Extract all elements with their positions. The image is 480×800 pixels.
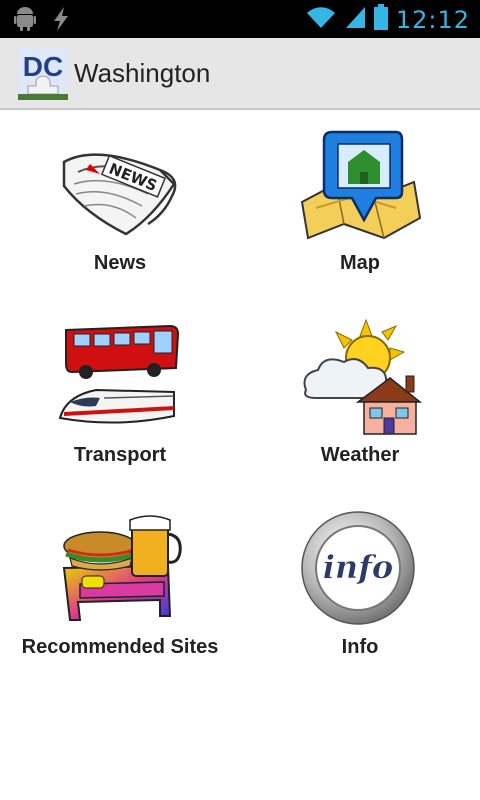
android-icon (14, 6, 36, 37)
dc-capitol-icon[interactable]: DC (18, 48, 68, 100)
tile-label: Weather (320, 444, 400, 466)
tile-transport[interactable]: Transport (0, 302, 240, 494)
tile-label: Info (341, 636, 379, 658)
page-title: Washington (74, 58, 211, 88)
tile-label: News (93, 252, 147, 274)
battery-icon (373, 4, 388, 35)
action-bar: DC Washington (0, 38, 480, 110)
tile-map[interactable]: Map (240, 110, 480, 302)
status-clock: 12:12 (395, 5, 470, 34)
food-bed-icon (56, 510, 184, 628)
tile-weather[interactable]: Weather (240, 302, 480, 494)
weather-icon (296, 318, 424, 436)
newspaper-icon: NEWS (56, 126, 184, 244)
wifi-icon (306, 5, 336, 34)
tile-recommended-sites[interactable]: Recommended Sites (0, 494, 240, 686)
map-pin-icon (296, 126, 424, 244)
info-icon: info (296, 510, 424, 628)
tile-news[interactable]: NEWS News (0, 110, 240, 302)
signal-icon (344, 5, 366, 34)
usb-debug-icon (50, 6, 72, 37)
svg-text:info: info (323, 548, 394, 586)
tile-label: Recommended Sites (21, 636, 219, 658)
bus-train-icon (56, 318, 184, 436)
tile-info[interactable]: info Info (240, 494, 480, 686)
tile-label: Transport (73, 444, 167, 466)
status-bar: 12:12 (0, 0, 480, 38)
tile-label: Map (340, 252, 380, 274)
